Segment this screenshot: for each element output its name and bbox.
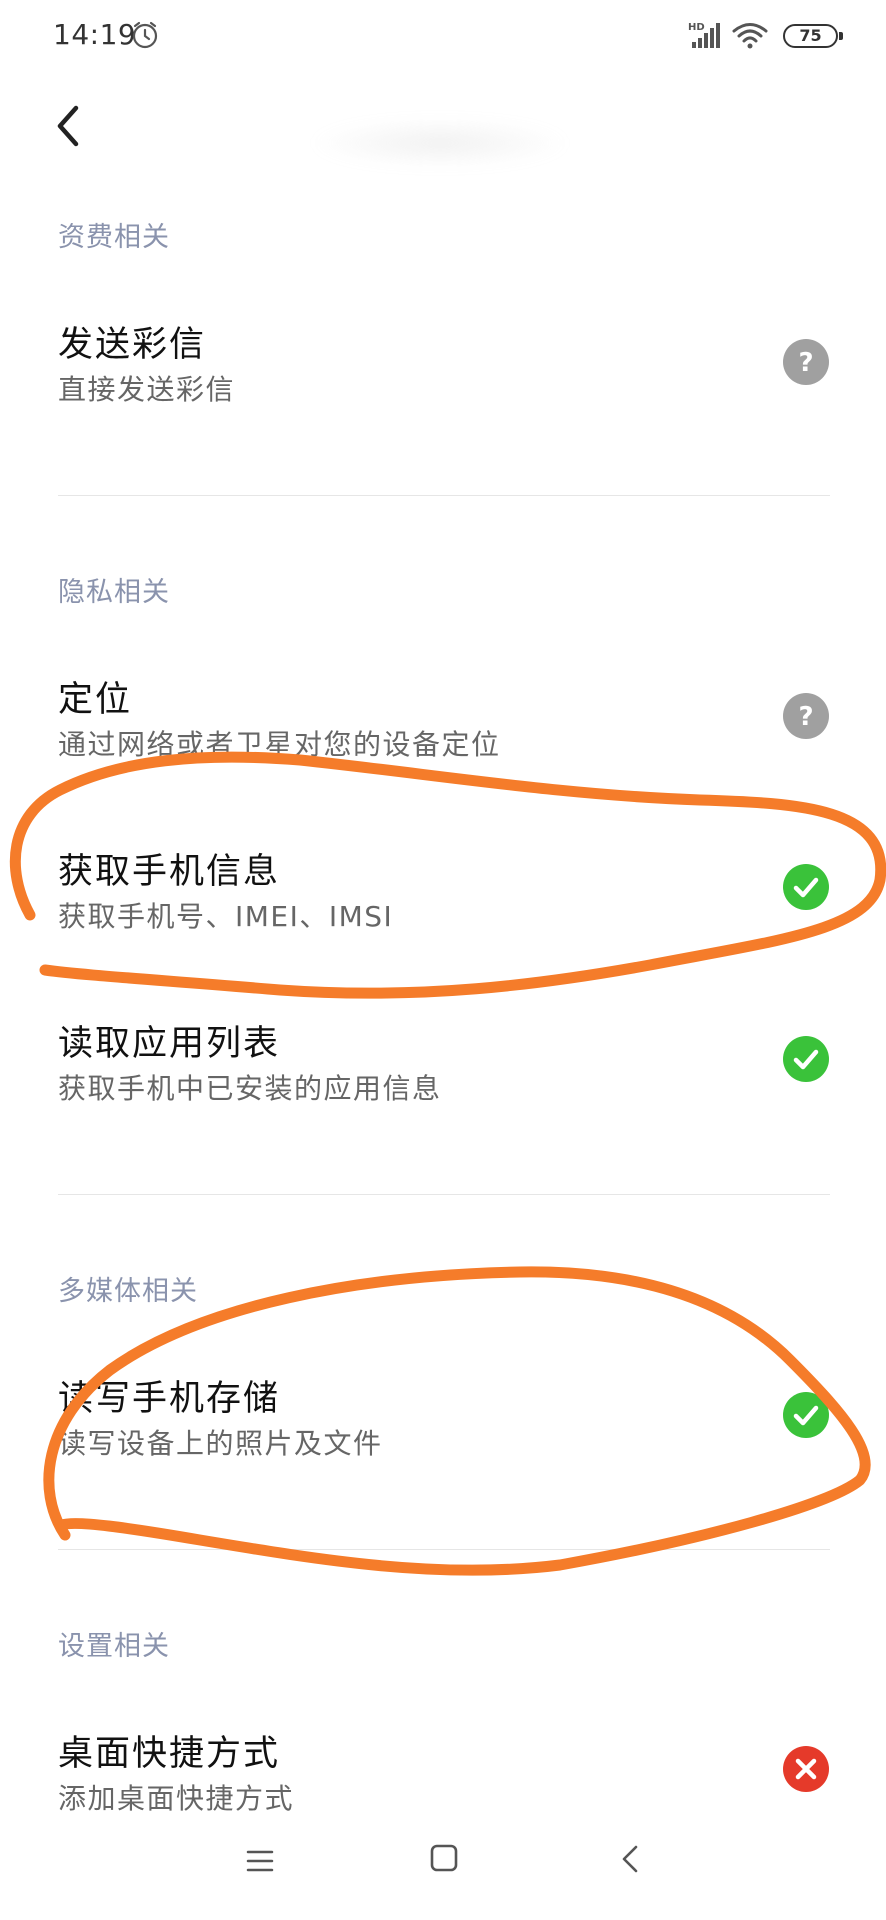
question-icon[interactable]: ?: [783, 339, 829, 385]
check-icon[interactable]: [783, 864, 829, 910]
chevron-left-icon: [57, 105, 79, 147]
divider: [58, 495, 830, 496]
section-header-settings: 设置相关: [58, 1631, 170, 1662]
back-triangle-icon[interactable]: [618, 1844, 644, 1874]
permission-title: 桌面快捷方式: [58, 1734, 281, 1774]
divider: [58, 1549, 830, 1550]
permission-desc: 通过网络或者卫星对您的设备定位: [58, 728, 501, 761]
check-icon[interactable]: [783, 1392, 829, 1438]
page-title-blurred: [310, 118, 570, 168]
permission-desc: 直接发送彩信: [58, 373, 236, 406]
question-icon[interactable]: ?: [783, 693, 829, 739]
check-icon[interactable]: [783, 1036, 829, 1082]
hd-signal-icon: HD: [688, 20, 722, 50]
section-header-media: 多媒体相关: [58, 1276, 198, 1307]
permission-desc: 获取手机号、IMEI、IMSI: [58, 900, 394, 933]
svg-text:?: ?: [798, 348, 813, 378]
wifi-icon: [732, 20, 768, 50]
permission-desc: 添加桌面快捷方式: [58, 1782, 295, 1815]
status-bar: 14:19 HD 75: [0, 0, 886, 72]
close-icon[interactable]: [783, 1746, 829, 1792]
permission-title: 读取应用列表: [58, 1024, 281, 1064]
section-header-billing: 资费相关: [58, 222, 170, 253]
svg-text:HD: HD: [688, 22, 705, 33]
home-square-icon[interactable]: [430, 1844, 458, 1872]
divider: [58, 1194, 830, 1195]
alarm-icon: [130, 20, 160, 50]
navigation-bar: [0, 1830, 886, 1920]
svg-text:?: ?: [798, 702, 813, 732]
section-header-privacy: 隐私相关: [58, 577, 170, 608]
permission-title: 获取手机信息: [58, 852, 281, 892]
permission-title: 读写手机存储: [58, 1379, 281, 1419]
menu-icon[interactable]: [245, 1846, 275, 1876]
permission-desc: 获取手机中已安装的应用信息: [58, 1072, 442, 1105]
permission-title: 发送彩信: [58, 325, 207, 365]
back-button[interactable]: [48, 96, 98, 156]
permission-desc: 读写设备上的照片及文件: [58, 1427, 383, 1460]
status-time: 14:19: [53, 18, 137, 51]
battery-icon: 75: [783, 24, 843, 48]
permission-title: 定位: [58, 680, 133, 720]
